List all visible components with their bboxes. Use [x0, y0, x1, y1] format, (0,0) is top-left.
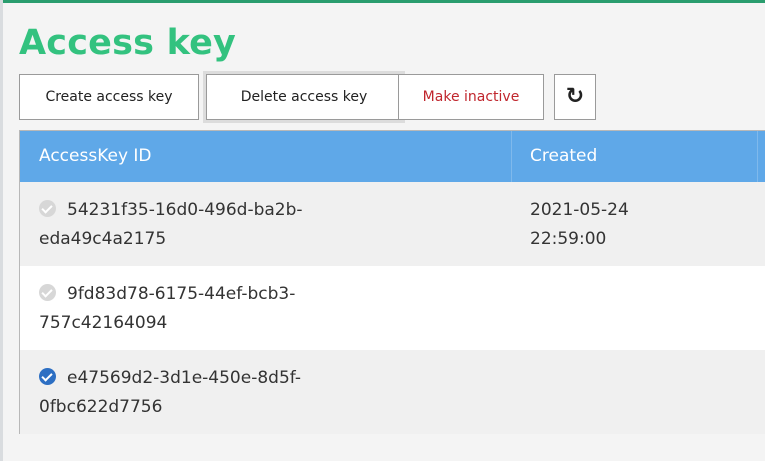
column-divider [757, 131, 758, 182]
table-header: AccessKey ID Created [20, 131, 765, 182]
table-row[interactable]: 9fd83d78-6175-44ef-bcb3- 757c42164094 [20, 266, 765, 350]
create-access-key-button[interactable]: Create access key [19, 74, 199, 120]
created-cell [530, 364, 730, 393]
refresh-icon: ↻ [565, 84, 585, 109]
table-row[interactable]: e47569d2-3d1e-450e-8d5f- 0fbc622d7756 [20, 350, 765, 434]
column-header-created[interactable]: Created [511, 131, 597, 182]
table-row[interactable]: 54231f35-16d0-496d-ba2b- eda49c4a2175 20… [20, 182, 765, 266]
created-cell [530, 280, 730, 309]
check-circle-icon[interactable] [39, 368, 56, 385]
accesskey-id-part2: 0fbc622d7756 [39, 397, 163, 417]
accesskey-id-part1: 54231f35-16d0-496d-ba2b- [67, 200, 303, 220]
accesskey-id-part2: 757c42164094 [39, 313, 168, 333]
accesskey-id-part1: e47569d2-3d1e-450e-8d5f- [67, 368, 301, 388]
accesskey-id-cell: 9fd83d78-6175-44ef-bcb3- 757c42164094 [39, 280, 479, 338]
delete-access-key-button[interactable]: Delete access key [206, 74, 402, 120]
created-date: 2021-05-24 [530, 200, 629, 220]
check-circle-icon[interactable] [39, 200, 56, 217]
page-title: Access key [19, 23, 237, 63]
check-circle-icon[interactable] [39, 284, 56, 301]
left-border [0, 0, 3, 461]
access-keys-table: AccessKey ID Created 54231f35-16d0-496d-… [19, 130, 765, 434]
accesskey-id-part2: eda49c4a2175 [39, 229, 167, 249]
created-time: 22:59:00 [530, 229, 607, 249]
top-accent-bar [0, 0, 765, 3]
make-inactive-button[interactable]: Make inactive [398, 74, 544, 120]
accesskey-id-part1: 9fd83d78-6175-44ef-bcb3- [67, 284, 296, 304]
refresh-button[interactable]: ↻ [554, 74, 596, 120]
accesskey-id-cell: 54231f35-16d0-496d-ba2b- eda49c4a2175 [39, 196, 479, 254]
column-header-accesskey-id[interactable]: AccessKey ID [39, 131, 152, 182]
created-cell: 2021-05-24 22:59:00 [530, 196, 730, 254]
accesskey-id-cell: e47569d2-3d1e-450e-8d5f- 0fbc622d7756 [39, 364, 479, 422]
